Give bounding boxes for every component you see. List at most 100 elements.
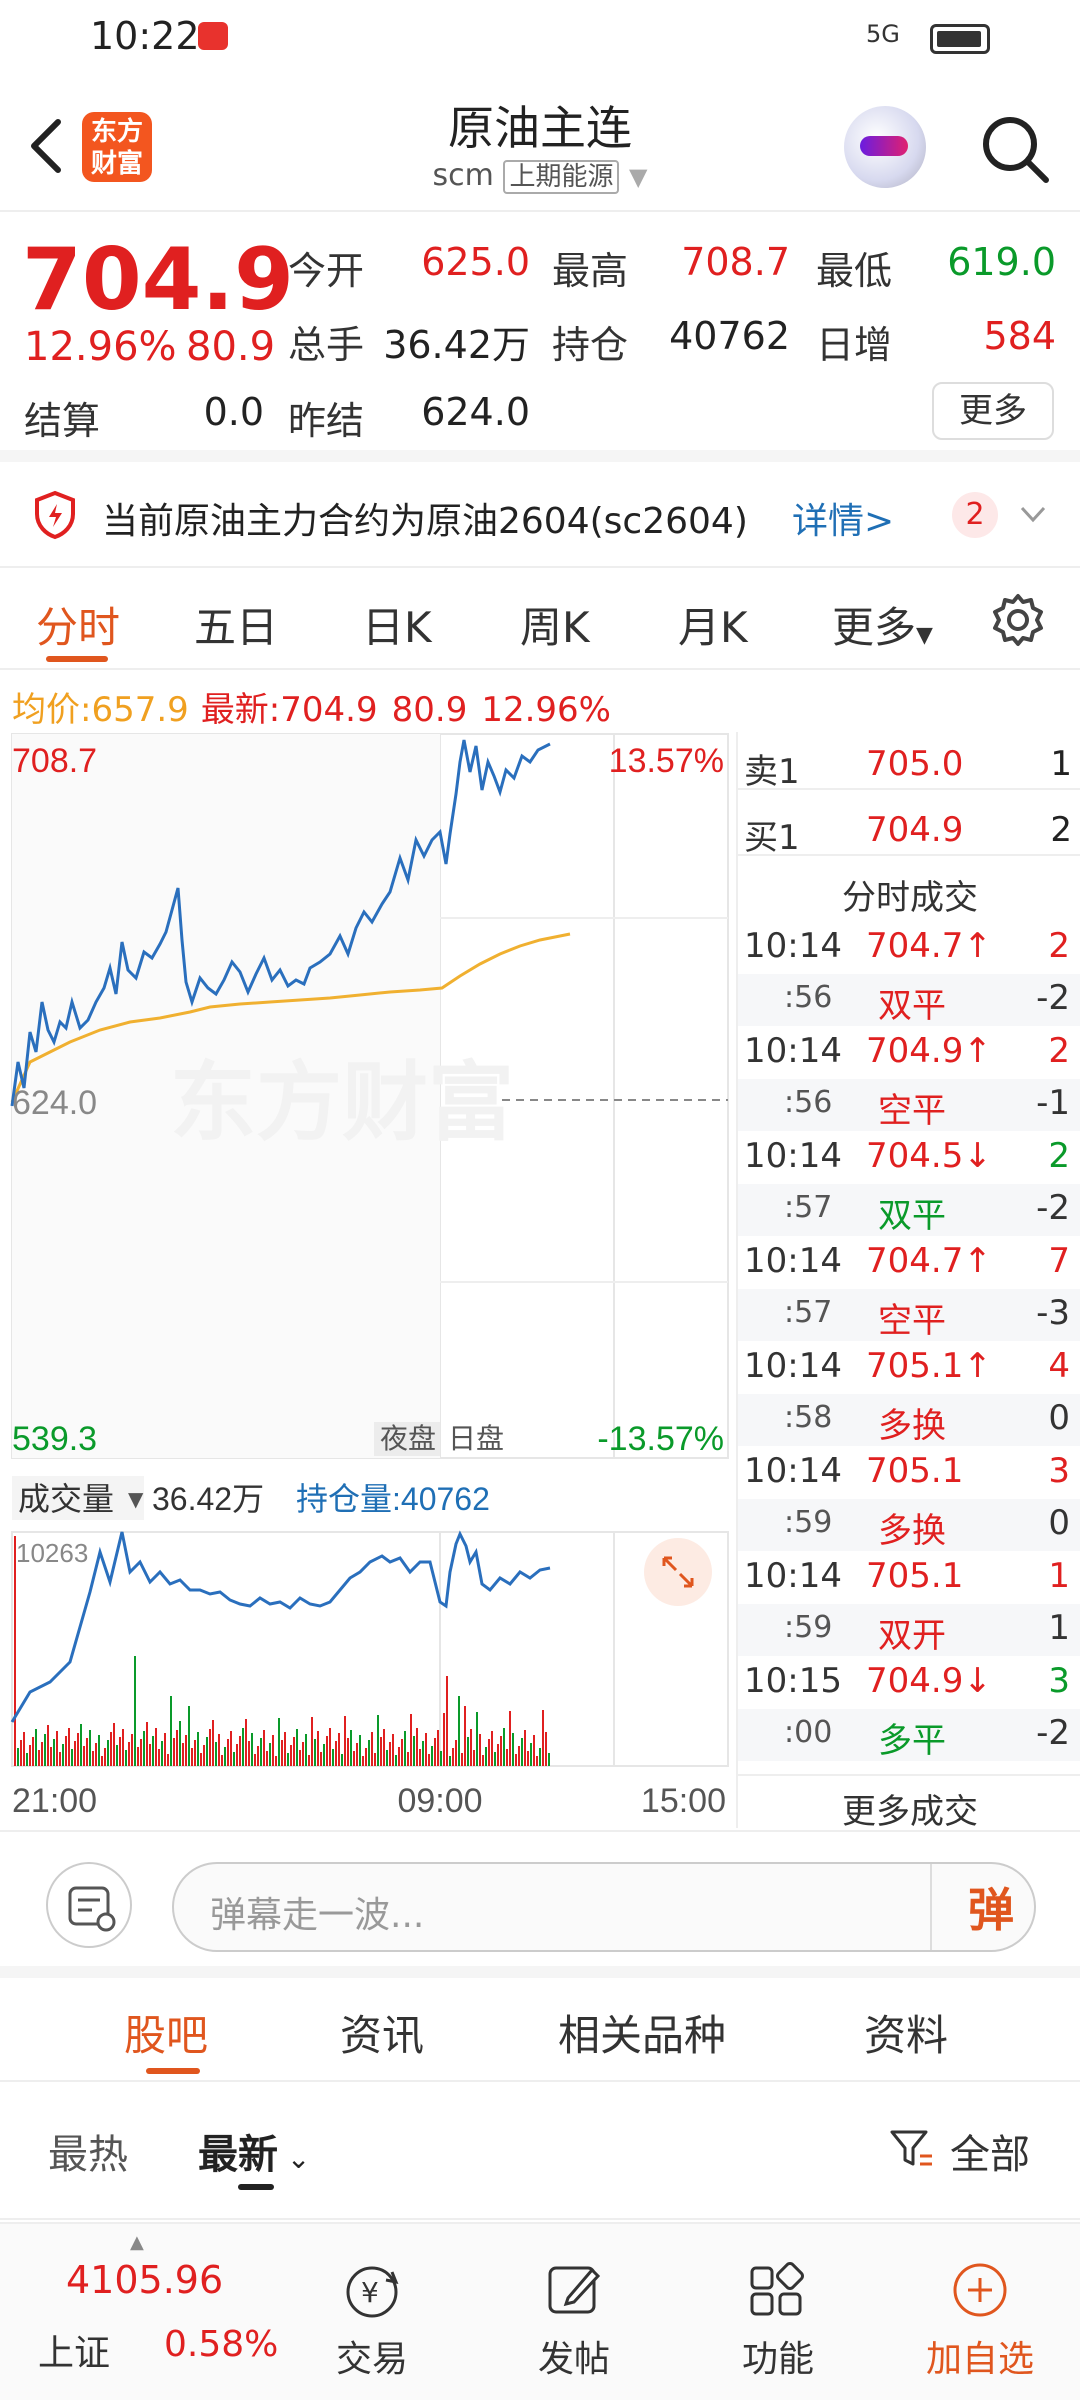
search-icon[interactable] <box>976 110 1056 190</box>
tab-related[interactable]: 相关品种 <box>558 2002 726 2063</box>
chart-period-tabs: 分时 五日 日K 周K 月K 更多▼ <box>0 570 1080 670</box>
volume-bar <box>179 1721 181 1766</box>
bid-label: 买1 <box>744 818 800 858</box>
volume-bar <box>257 1746 259 1766</box>
volume-bar <box>473 1750 475 1766</box>
volume-bar <box>539 1748 541 1766</box>
volume-bar <box>80 1724 82 1766</box>
volume-selector[interactable]: 成交量 <box>18 1481 114 1517</box>
volume-bar <box>476 1712 478 1766</box>
volume-bar <box>23 1732 25 1766</box>
volume-bar <box>410 1714 412 1766</box>
volume-bar <box>62 1744 64 1766</box>
chevron-down-icon[interactable] <box>1018 502 1048 526</box>
gear-icon[interactable] <box>990 592 1046 648</box>
trade-price: 704.7↑ <box>866 926 992 966</box>
volume-bar <box>356 1743 358 1766</box>
filter-all[interactable]: 全部 <box>950 2122 1030 2180</box>
high-value: 708.7 <box>681 240 790 284</box>
volume-bar <box>170 1696 172 1766</box>
trade-volume: 2 <box>1048 926 1070 966</box>
volume-bar <box>254 1754 256 1766</box>
volume-bar <box>158 1749 160 1766</box>
assistant-robot-icon[interactable] <box>844 106 926 188</box>
more-quote-button[interactable]: 更多 <box>932 382 1054 440</box>
prev-settle-label: 昨结 <box>288 399 365 443</box>
volume-bar <box>41 1742 43 1766</box>
danmaku-send-button[interactable]: 弹 <box>968 1874 1014 1940</box>
volume-bar <box>77 1733 79 1766</box>
nav-trade[interactable]: 交易 <box>336 2330 408 2382</box>
trade-time: 10:14 <box>744 1451 842 1491</box>
volume-bar <box>536 1756 538 1766</box>
index-name: 上证 <box>38 2333 111 2374</box>
dropdown-icon: ▼ <box>629 163 648 191</box>
nav-post[interactable]: 发帖 <box>538 2330 610 2382</box>
trade-type: 空平 <box>878 1091 946 1131</box>
trade-price: 705.1 <box>866 1451 964 1491</box>
app-header: 东方 财富 原油主连 scm 上期能源 ▼ <box>0 80 1080 212</box>
expand-chart-button[interactable] <box>644 1538 712 1606</box>
tab-five-day[interactable]: 五日 <box>194 594 278 655</box>
tab-forum[interactable]: 股吧 <box>124 2002 208 2063</box>
volume-bar <box>506 1749 508 1766</box>
volume-bar <box>269 1743 271 1766</box>
danmaku-input[interactable]: 弹幕走一波... 弹 <box>172 1862 1036 1952</box>
nav-functions[interactable]: 功能 <box>742 2330 814 2382</box>
sort-new[interactable]: 最新 ⌄ <box>198 2122 310 2180</box>
volume-bar <box>521 1738 523 1766</box>
volume-bar <box>242 1728 244 1766</box>
more-trades-button[interactable]: 更多成交 <box>738 1774 1080 1832</box>
tab-profile[interactable]: 资料 <box>864 2002 948 2063</box>
intraday-chart[interactable]: 东方财富 夜盘 日盘 708.7 13.57% 624.0 539.3 -13.… <box>10 732 730 1828</box>
bottom-navigation: ▲ 4105.96 上证 0.58% ¥ 交易 发帖 功能 加自选 <box>0 2222 1080 2400</box>
volume-bar <box>485 1747 487 1766</box>
index-value[interactable]: 4105.96 <box>66 2258 223 2302</box>
trade-type: 多换 <box>878 1406 946 1446</box>
high-label: 最高 <box>552 249 629 293</box>
tab-daily-k[interactable]: 日K <box>362 594 432 655</box>
tab-weekly-k[interactable]: 周K <box>520 594 590 655</box>
danmaku-settings-button[interactable] <box>46 1862 132 1948</box>
volume-bar <box>404 1731 406 1766</box>
bid-volume: 2 <box>1050 810 1072 850</box>
volume-bar <box>425 1733 427 1766</box>
trade-type: 多换 <box>878 1511 946 1551</box>
volume-bar <box>401 1739 403 1766</box>
volume-bar <box>98 1735 100 1766</box>
main-contract-notice[interactable]: 当前原油主力合约为原油2604(sc2604) 详情> 2 <box>0 462 1080 568</box>
volume-bar <box>518 1746 520 1766</box>
filter-icon[interactable] <box>886 2124 936 2174</box>
volume-bar <box>176 1730 178 1766</box>
tab-more[interactable]: 更多▼ <box>832 594 933 655</box>
nav-add-watchlist[interactable]: 加自选 <box>926 2330 1034 2382</box>
volume-bar <box>236 1744 238 1766</box>
tab-intraday[interactable]: 分时 <box>36 594 120 655</box>
volume-bar <box>167 1754 169 1766</box>
volume-bar <box>470 1729 472 1766</box>
tab-news[interactable]: 资讯 <box>340 2002 424 2063</box>
daily-inc-value: 584 <box>983 314 1056 358</box>
volume-bar <box>260 1738 262 1766</box>
volume-bar <box>26 1753 28 1766</box>
trade-price: 705.1↑ <box>866 1346 992 1386</box>
svg-text:¥: ¥ <box>361 2276 379 2309</box>
notice-count-badge: 2 <box>952 492 998 538</box>
sort-hot[interactable]: 最热 <box>48 2122 128 2180</box>
x-tick-end: 15:00 <box>641 1782 726 1820</box>
notice-details-link[interactable]: 详情> <box>792 492 894 544</box>
tab-monthly-k[interactable]: 月K <box>678 594 748 655</box>
volume-bar <box>497 1744 499 1766</box>
volume-bar <box>341 1754 343 1766</box>
trade-type: 双平 <box>878 986 946 1026</box>
volume-bar <box>104 1748 106 1766</box>
danmaku-bar: 弹幕走一波... 弹 <box>0 1830 1080 1978</box>
latest-pct: 12.96% <box>481 690 611 730</box>
volume-bar <box>332 1749 334 1766</box>
volume-bar <box>431 1746 433 1766</box>
volume-bar <box>323 1744 325 1766</box>
volume-bar <box>197 1732 199 1766</box>
volume-bar <box>272 1735 274 1766</box>
trade-oi-change: -2 <box>1036 1188 1070 1228</box>
volume-bar <box>281 1740 283 1766</box>
